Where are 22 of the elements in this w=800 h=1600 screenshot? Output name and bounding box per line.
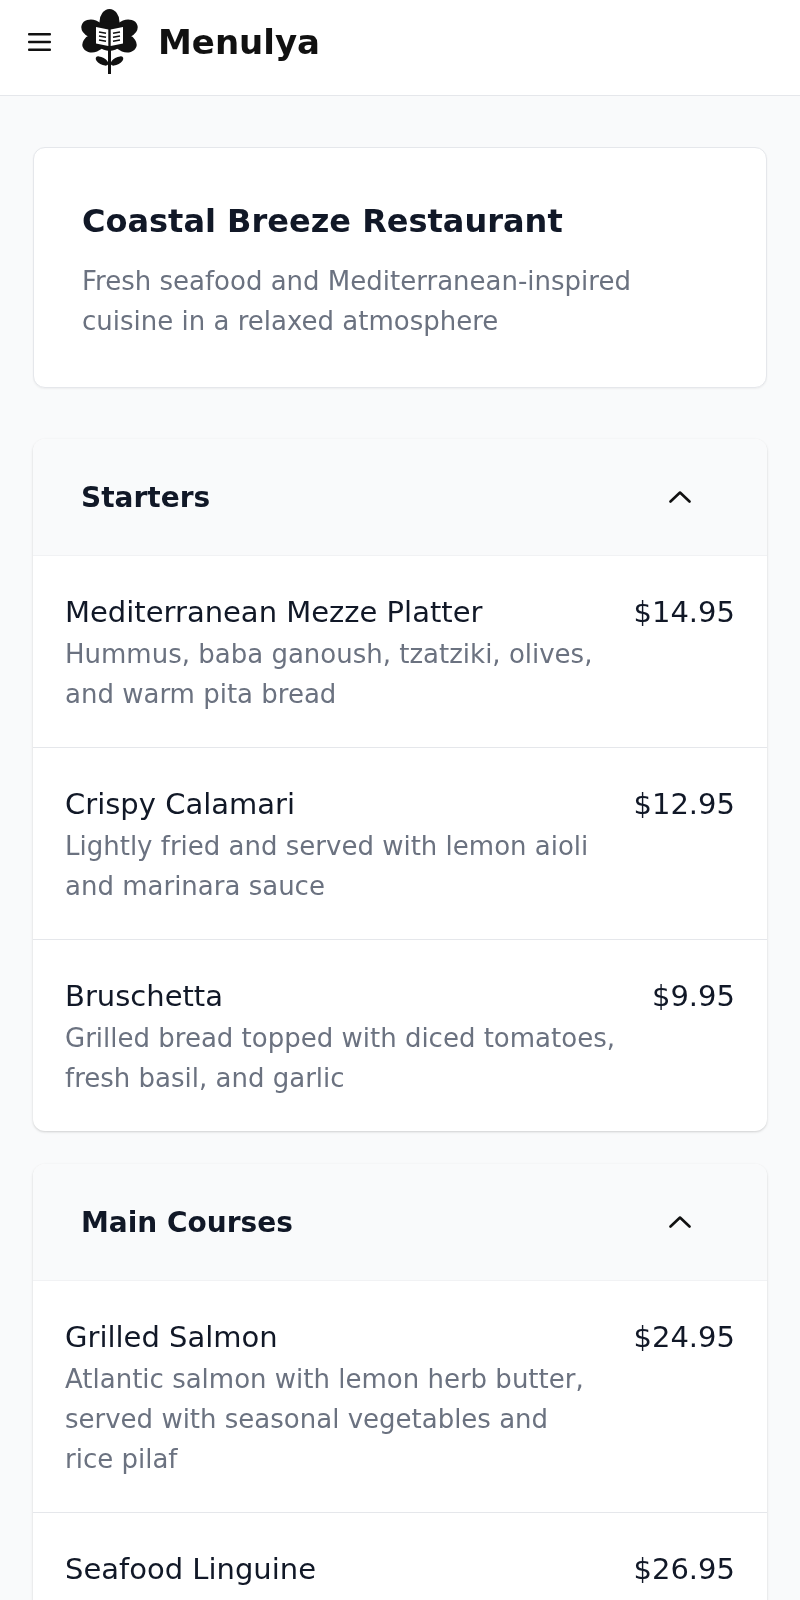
item-price: $24.95 xyxy=(633,1319,735,1355)
item-description: Lightly fried and served with lemon aioli and marinara sauce xyxy=(65,830,590,903)
item-description: Atlantic salmon with lemon herb butter, served with seasonal vegetables and rice pilaf xyxy=(65,1363,585,1476)
restaurant-description: Fresh seafood and Mediterranean-inspired cuisine in a relaxed atmosphere xyxy=(82,265,632,338)
menu-button[interactable] xyxy=(28,32,51,51)
item-description: Grilled bread topped with diced tomatoes, fresh basil, and garlic xyxy=(65,1022,616,1095)
item-price: $12.95 xyxy=(633,786,735,822)
item-name: Seafood Linguine xyxy=(65,1551,317,1587)
item-name: Bruschetta xyxy=(65,978,224,1014)
item-price: $9.95 xyxy=(651,978,735,1014)
book-flower-icon xyxy=(81,9,138,74)
brand-name: Menulya xyxy=(158,20,321,64)
item-price: $26.95 xyxy=(633,1551,735,1587)
section-toggle[interactable]: Main Courses xyxy=(33,1164,767,1281)
section-toggle[interactable]: Starters xyxy=(33,439,767,556)
item-name: Grilled Salmon xyxy=(65,1319,279,1355)
restaurant-name: Coastal Breeze Restaurant xyxy=(82,201,564,242)
item-description: Hummus, baba ganoush, tzatziki, olives, and warm pita bread xyxy=(65,638,594,711)
item-price: $14.95 xyxy=(633,594,735,630)
menu-icon xyxy=(28,32,51,51)
item-name: Mediterranean Mezze Platter xyxy=(65,594,484,630)
item-name: Crispy Calamari xyxy=(65,786,296,822)
